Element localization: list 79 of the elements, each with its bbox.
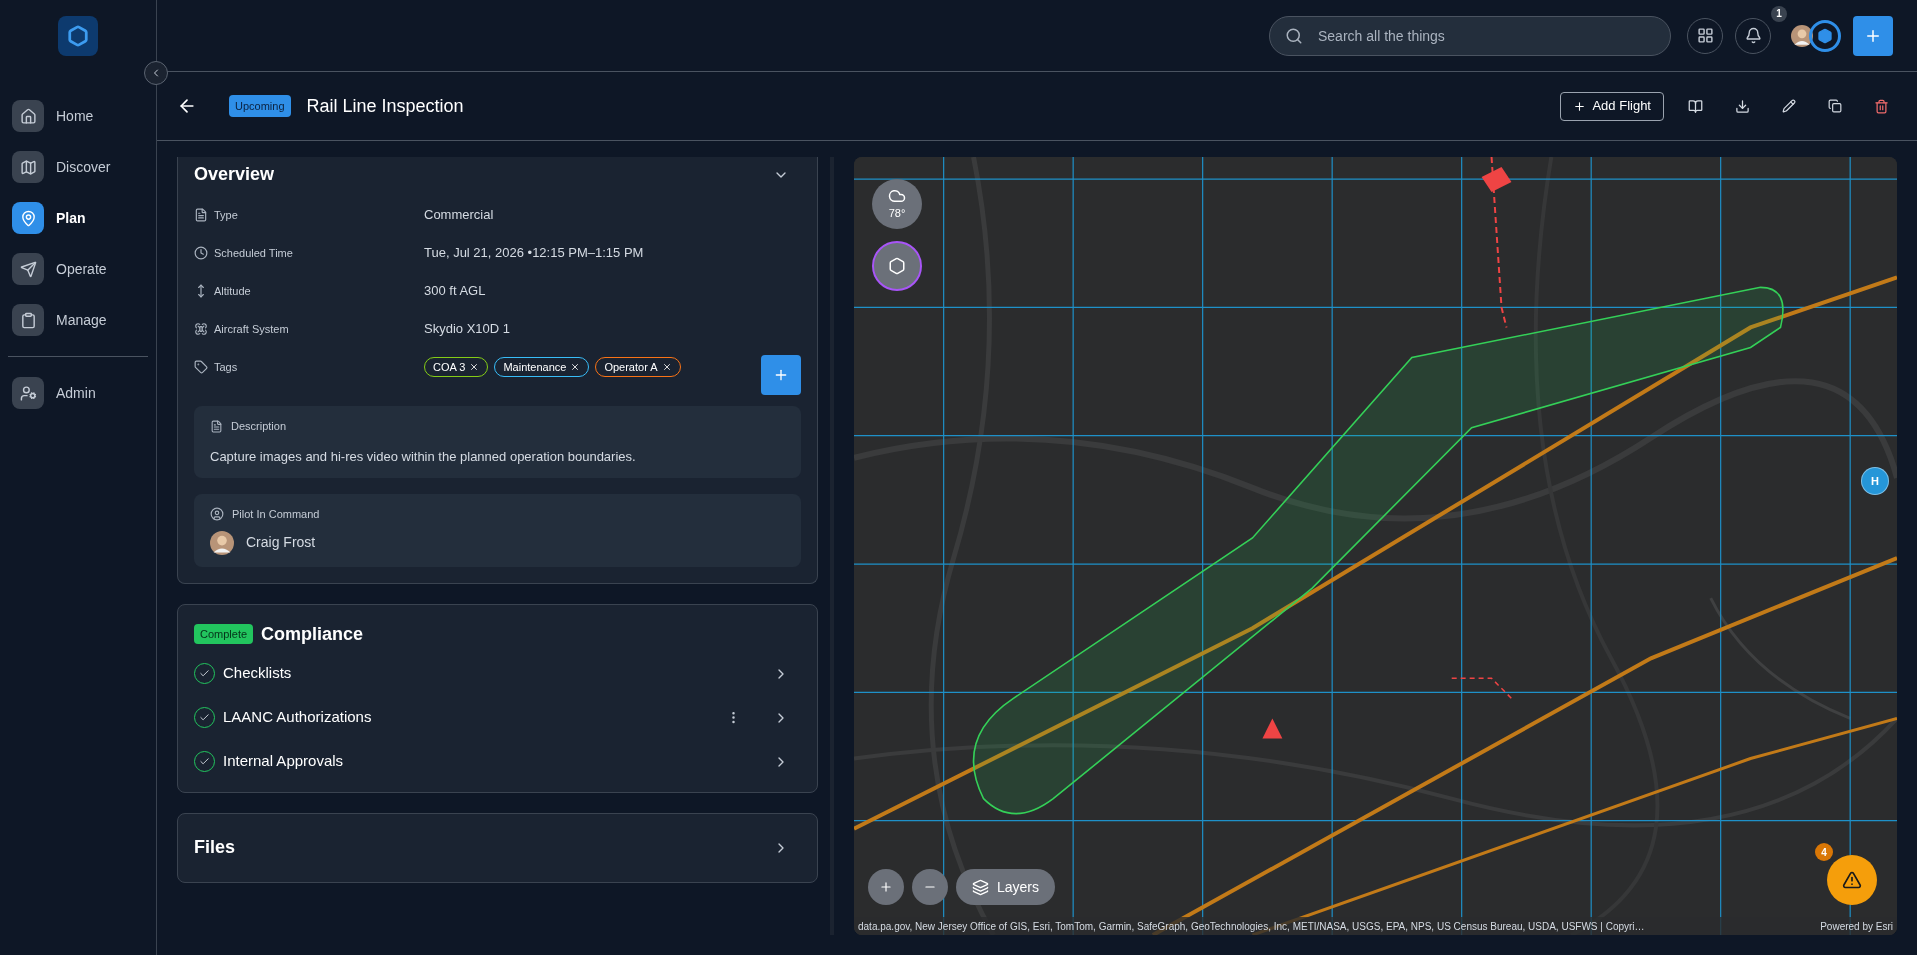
avatar: [210, 530, 234, 555]
close-icon: [469, 362, 480, 372]
document-icon: [210, 419, 223, 433]
edit-button[interactable]: [1782, 99, 1796, 113]
hexagon-icon: [888, 257, 906, 275]
create-button[interactable]: [1853, 15, 1893, 56]
status-badge: Upcoming: [229, 94, 291, 118]
compliance-row[interactable]: LAANC Authorizations: [194, 695, 801, 740]
field-label: Scheduled Time: [214, 245, 294, 261]
avatar: [1791, 24, 1813, 47]
sidebar-item[interactable]: Manage: [4, 300, 152, 340]
bell-icon: [1744, 27, 1762, 44]
download-icon: [1735, 98, 1750, 114]
grid-icon: [1696, 27, 1714, 44]
pilot-name: Craig Frost: [246, 533, 316, 552]
plus-icon: [879, 880, 893, 894]
notification-count: 1: [1771, 5, 1787, 22]
panel-label: Description: [231, 419, 287, 434]
copy-button[interactable]: [1828, 99, 1842, 113]
status-badge: Complete: [194, 623, 254, 645]
pencil-icon: [1782, 99, 1796, 113]
field-label: Altitude: [214, 283, 252, 299]
map-icon: [19, 158, 37, 176]
sidebar-item[interactable]: Plan: [4, 198, 152, 238]
delete-button[interactable]: [1874, 98, 1889, 114]
close-icon: [570, 362, 581, 372]
book-icon: [1688, 98, 1703, 114]
section-title: Overview: [194, 163, 275, 186]
sidebar-item[interactable]: Admin: [4, 373, 152, 413]
sidebar-item[interactable]: Home: [4, 96, 152, 136]
row-label: Checklists: [223, 663, 293, 684]
field-value: 300 ft AGL: [424, 282, 486, 301]
field-value: Tue, Jul 21, 2026 •12:15 PM–1:15 PM: [424, 244, 644, 263]
drone-icon: [194, 322, 208, 336]
sidebar-item[interactable]: Operate: [4, 249, 152, 289]
logo-icon: [58, 16, 98, 56]
warning-icon: [1842, 870, 1862, 890]
field-value: Commercial: [424, 206, 494, 225]
trash-icon: [1874, 98, 1889, 114]
section-title: Files: [194, 836, 236, 859]
compliance-row[interactable]: Internal Approvals: [194, 739, 801, 784]
field-label: Aircraft System: [214, 321, 290, 337]
send-icon: [19, 260, 37, 278]
search-field[interactable]: Search all the things: [1269, 15, 1671, 56]
row-label: Internal Approvals: [223, 751, 345, 772]
pin-icon: [19, 209, 37, 227]
document-icon: [194, 208, 208, 222]
plus-icon: [1573, 99, 1587, 113]
field-label: Type: [214, 207, 239, 223]
user-settings-icon: [19, 384, 37, 402]
user-icon: [210, 507, 224, 522]
description-text: Capture images and hi-res video within the planned operation boundaries.: [210, 447, 637, 466]
powered-by-text: Powered by Esri: [1820, 919, 1893, 934]
close-icon: [661, 362, 672, 372]
tag-icon: [194, 360, 208, 374]
copy-icon: [1828, 99, 1842, 113]
clipboard-icon: [19, 311, 37, 329]
add-flight-button[interactable]: Add Flight: [1560, 91, 1664, 121]
page-title: Rail Line Inspection: [306, 94, 464, 118]
map-attribution: data.pa.gov, New Jersey Office of GIS, Esri, TomTom, Garmin, SafeGraph, GeoTechnologies, Inc, METI/NASA, USGS, EPA, NPS, US Census Bureau, USDA, USFWS | Copyri…: [858, 919, 1645, 934]
org-logo-icon: [1809, 19, 1841, 52]
map[interactable]: 78° H Layers 4 data.pa.gov, New Jersey Office of GIS, Esri, TomTom, Garmin, SafeGraph, GeoTechnologies, Inc, METI/NASA, USGS, EPA, NPS, US Census Bureau, USDA, USFWS | Copyri… Powered by Esri: [854, 157, 1897, 935]
compliance-row[interactable]: Checklists: [194, 651, 801, 696]
files-card[interactable]: Files: [177, 812, 818, 883]
sidebar-item[interactable]: Discover: [4, 147, 152, 187]
book-button[interactable]: [1688, 98, 1703, 114]
field-value: Skydio X10D 1: [424, 320, 510, 339]
collapse-button[interactable]: [144, 61, 168, 85]
row-label: LAANC Authorizations: [223, 707, 373, 728]
search-icon: [1285, 26, 1303, 45]
home-icon: [19, 107, 37, 125]
panel-label: Pilot In Command: [232, 507, 320, 522]
plus-icon: [773, 367, 789, 383]
field-label: Tags: [214, 359, 239, 375]
section-title: Compliance: [261, 622, 364, 646]
clock-icon: [194, 246, 208, 260]
layers-icon: [972, 878, 989, 896]
download-button[interactable]: [1735, 98, 1750, 114]
layers-button[interactable]: Layers: [956, 869, 1056, 905]
